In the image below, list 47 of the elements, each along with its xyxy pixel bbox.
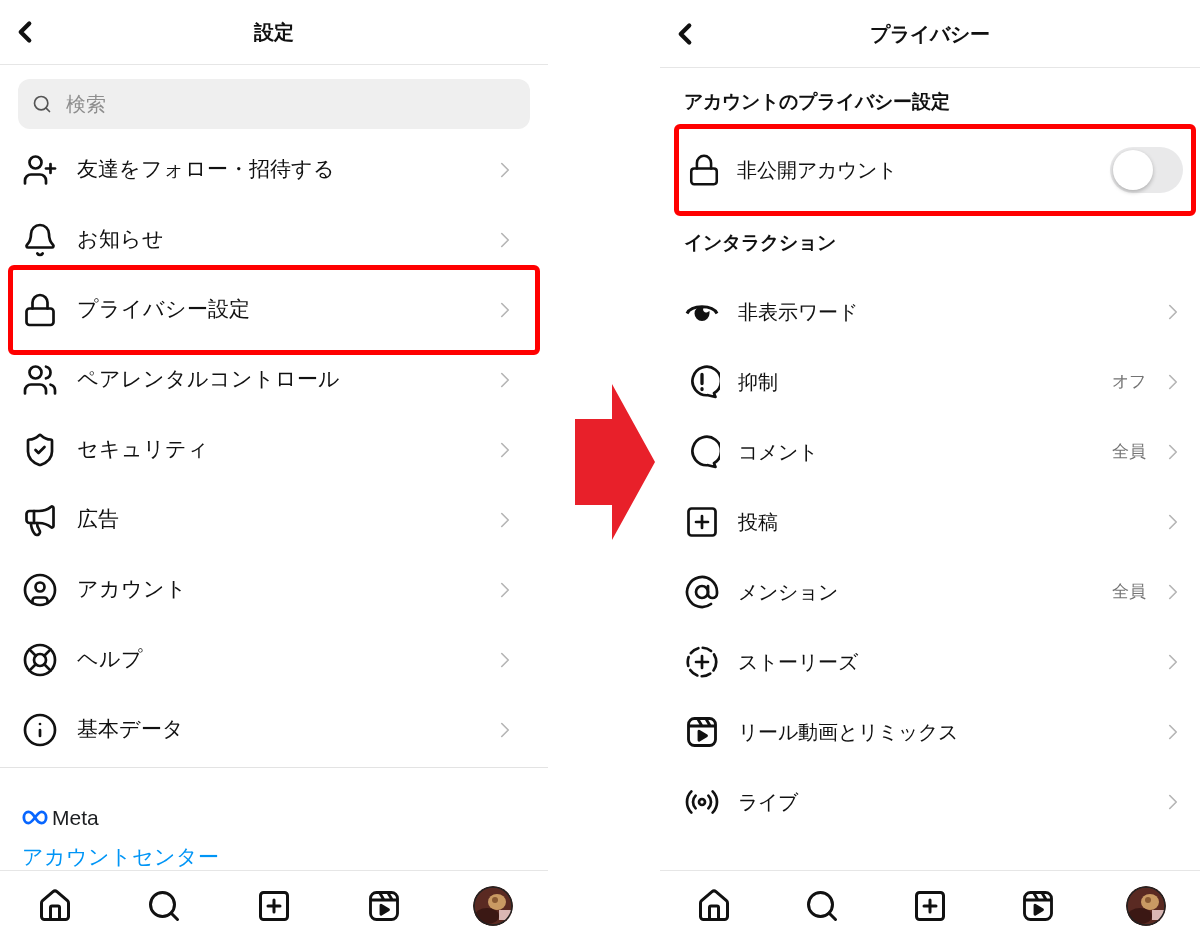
toggle-switch[interactable] — [1110, 147, 1183, 193]
menu-item[interactable]: ストーリーズ — [660, 627, 1200, 697]
home-icon — [696, 887, 732, 924]
menu-item[interactable]: 非表示ワード — [660, 277, 1200, 347]
profile-tab[interactable] — [473, 885, 514, 926]
megaphone-icon — [22, 502, 58, 538]
brand-name: Meta — [52, 806, 99, 828]
person-add-icon — [22, 152, 58, 188]
menu-item[interactable]: お知らせ — [0, 205, 548, 275]
menu-item[interactable]: 抑制 オフ — [660, 347, 1200, 417]
life-buoy-icon — [22, 642, 58, 678]
section-heading: アカウントのプライバシー設定 — [683, 89, 951, 114]
section-heading: インタラクション — [683, 230, 837, 255]
info-icon — [22, 712, 58, 748]
setting-value: 全員 — [1112, 440, 1146, 464]
bell-icon — [22, 222, 58, 258]
menu-item[interactable]: リール動画とリミックス — [660, 697, 1200, 767]
clapperboard-play-icon — [684, 714, 720, 750]
right-arrow-icon — [575, 384, 655, 540]
lock-icon — [687, 153, 721, 187]
plus-square-icon — [684, 504, 720, 540]
screen-title: 設定 — [253, 19, 295, 46]
setting-value: 全員 — [1112, 580, 1146, 604]
menu-item[interactable]: 友達をフォロー・招待する — [0, 135, 548, 205]
infinity-logo-icon — [22, 809, 48, 825]
menu-item[interactable]: 投稿 — [660, 487, 1200, 557]
lock-icon — [22, 292, 58, 328]
profile-tab[interactable] — [1126, 885, 1166, 926]
setting-label: 非公開アカウント — [737, 157, 898, 184]
search-icon — [32, 94, 52, 114]
screen-title: プライバシー — [869, 20, 991, 48]
menu-item[interactable]: コメント 全員 — [660, 417, 1200, 487]
menu-item[interactable]: セキュリティ — [0, 415, 548, 485]
dashed-circle-plus-icon — [684, 644, 720, 680]
menu-item[interactable]: プライバシー設定 — [13, 275, 535, 345]
menu-item[interactable]: メンション 全員 — [660, 557, 1200, 627]
menu-item[interactable]: ペアレンタルコントロール — [0, 345, 548, 415]
at-sign-icon — [684, 574, 720, 610]
menu-item[interactable]: 広告 — [0, 485, 548, 555]
setting-value: オフ — [1112, 370, 1146, 394]
menu-item[interactable]: ヘルプ — [0, 625, 548, 695]
menu-item[interactable]: ライブ — [660, 767, 1200, 837]
menu-item[interactable]: 基本データ — [0, 695, 548, 765]
menu-item[interactable]: アカウント — [0, 555, 548, 625]
search-field[interactable]: 検索 — [18, 79, 530, 129]
people-icon — [22, 362, 58, 398]
user-circle-icon — [22, 572, 58, 608]
